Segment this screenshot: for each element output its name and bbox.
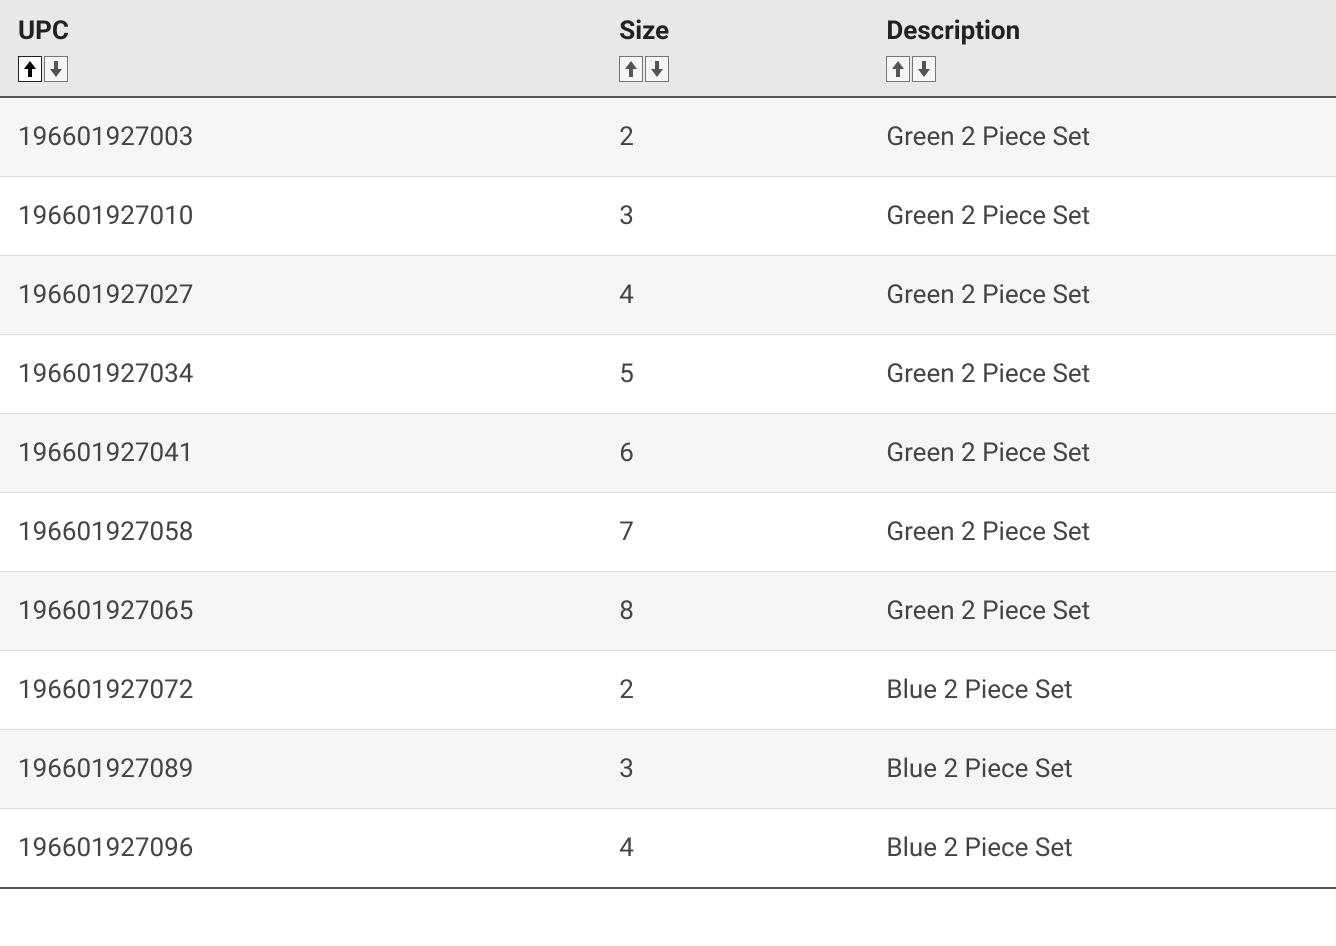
- table-row: 1966019270587Green 2 Piece Set: [0, 493, 1336, 572]
- cell-upc: 196601927041: [0, 414, 601, 493]
- cell-size: 3: [601, 177, 868, 256]
- table-row: 1966019270274Green 2 Piece Set: [0, 256, 1336, 335]
- cell-size: 7: [601, 493, 868, 572]
- cell-size: 2: [601, 97, 868, 177]
- cell-description: Green 2 Piece Set: [868, 177, 1336, 256]
- arrow-down-icon: [917, 60, 931, 78]
- cell-size: 3: [601, 730, 868, 809]
- cell-upc: 196601927010: [0, 177, 601, 256]
- sort-controls-upc: [18, 56, 583, 82]
- sort-asc-button-upc[interactable]: [18, 56, 42, 82]
- cell-description: Green 2 Piece Set: [868, 493, 1336, 572]
- cell-description: Green 2 Piece Set: [868, 335, 1336, 414]
- cell-description: Green 2 Piece Set: [868, 256, 1336, 335]
- cell-description: Blue 2 Piece Set: [868, 809, 1336, 889]
- cell-upc: 196601927065: [0, 572, 601, 651]
- cell-size: 8: [601, 572, 868, 651]
- cell-upc: 196601927058: [0, 493, 601, 572]
- table-row: 1966019270345Green 2 Piece Set: [0, 335, 1336, 414]
- sort-desc-button-description[interactable]: [912, 56, 936, 82]
- sort-controls-description: [886, 56, 1318, 82]
- table-row: 1966019270658Green 2 Piece Set: [0, 572, 1336, 651]
- sort-desc-button-upc[interactable]: [44, 56, 68, 82]
- arrow-down-icon: [650, 60, 664, 78]
- sort-controls-size: [619, 56, 850, 82]
- cell-size: 5: [601, 335, 868, 414]
- table-row: 1966019270032Green 2 Piece Set: [0, 97, 1336, 177]
- table-row: 1966019270416Green 2 Piece Set: [0, 414, 1336, 493]
- arrow-up-icon: [23, 60, 37, 78]
- column-header-size: Size: [601, 0, 868, 97]
- cell-description: Green 2 Piece Set: [868, 414, 1336, 493]
- table-body: 1966019270032Green 2 Piece Set1966019270…: [0, 97, 1336, 888]
- cell-size: 4: [601, 809, 868, 889]
- cell-upc: 196601927027: [0, 256, 601, 335]
- column-header-upc: UPC: [0, 0, 601, 97]
- arrow-down-icon: [49, 60, 63, 78]
- table-row: 1966019270893Blue 2 Piece Set: [0, 730, 1336, 809]
- sort-asc-button-size[interactable]: [619, 56, 643, 82]
- data-table-container: UPC Size: [0, 0, 1336, 889]
- table-header-row: UPC Size: [0, 0, 1336, 97]
- cell-description: Blue 2 Piece Set: [868, 651, 1336, 730]
- cell-size: 2: [601, 651, 868, 730]
- column-label: Size: [619, 16, 850, 46]
- sort-asc-button-description[interactable]: [886, 56, 910, 82]
- table-row: 1966019270722Blue 2 Piece Set: [0, 651, 1336, 730]
- sort-desc-button-size[interactable]: [645, 56, 669, 82]
- table-header: UPC Size: [0, 0, 1336, 97]
- arrow-up-icon: [891, 60, 905, 78]
- cell-upc: 196601927096: [0, 809, 601, 889]
- cell-upc: 196601927003: [0, 97, 601, 177]
- data-table: UPC Size: [0, 0, 1336, 889]
- arrow-up-icon: [624, 60, 638, 78]
- column-label: UPC: [18, 16, 583, 46]
- cell-description: Blue 2 Piece Set: [868, 730, 1336, 809]
- cell-description: Green 2 Piece Set: [868, 97, 1336, 177]
- cell-upc: 196601927089: [0, 730, 601, 809]
- cell-upc: 196601927072: [0, 651, 601, 730]
- cell-description: Green 2 Piece Set: [868, 572, 1336, 651]
- cell-upc: 196601927034: [0, 335, 601, 414]
- cell-size: 4: [601, 256, 868, 335]
- column-label: Description: [886, 16, 1318, 46]
- cell-size: 6: [601, 414, 868, 493]
- table-row: 1966019270103Green 2 Piece Set: [0, 177, 1336, 256]
- table-row: 1966019270964Blue 2 Piece Set: [0, 809, 1336, 889]
- column-header-description: Description: [868, 0, 1336, 97]
